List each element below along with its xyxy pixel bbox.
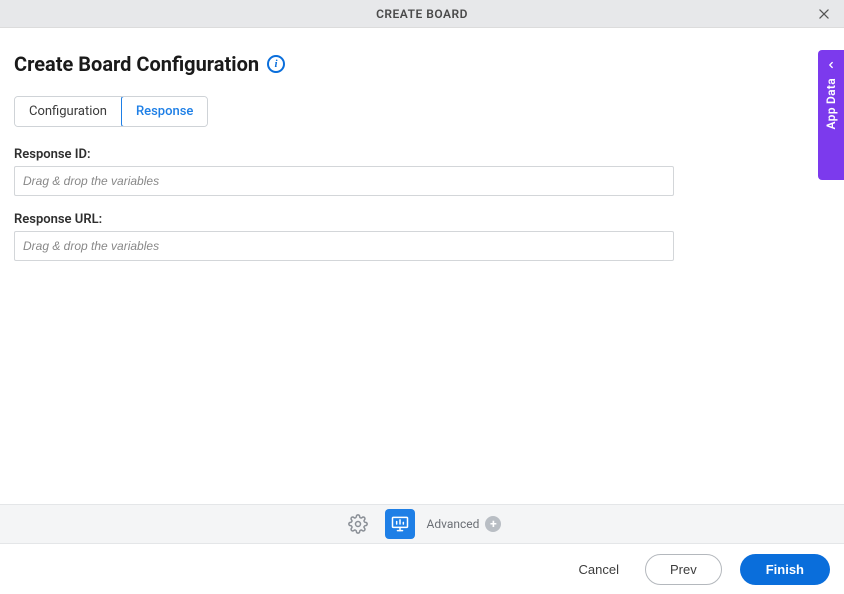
page-title: Create Board Configuration — [14, 52, 259, 76]
info-icon[interactable]: i — [267, 55, 285, 73]
content-area: Create Board Configuration i Configurati… — [0, 28, 844, 261]
presentation-button[interactable] — [385, 509, 415, 539]
finish-button[interactable]: Finish — [740, 554, 830, 585]
settings-button[interactable] — [343, 509, 373, 539]
app-data-label: App Data — [824, 78, 838, 129]
prev-button[interactable]: Prev — [645, 554, 722, 585]
footer-bar: Cancel Prev Finish — [0, 544, 844, 594]
modal-header: CREATE BOARD — [0, 0, 844, 28]
bottom-toolbar: Advanced + — [0, 504, 844, 544]
chevron-left-icon — [826, 60, 836, 70]
label-response-id: Response ID: — [14, 147, 830, 162]
presentation-chart-icon — [390, 514, 410, 534]
advanced-toggle[interactable]: Advanced + — [427, 516, 502, 532]
field-response-url: Response URL: — [14, 212, 830, 261]
field-response-id: Response ID: — [14, 147, 830, 196]
gear-icon — [348, 514, 368, 534]
app-data-panel-toggle[interactable]: App Data — [818, 50, 844, 180]
tab-group: Configuration Response — [14, 96, 208, 127]
cancel-button[interactable]: Cancel — [571, 556, 627, 583]
close-icon — [817, 7, 831, 21]
input-response-url[interactable] — [14, 231, 674, 261]
input-response-id[interactable] — [14, 166, 674, 196]
modal-title: CREATE BOARD — [376, 7, 468, 21]
label-response-url: Response URL: — [14, 212, 830, 227]
tab-configuration[interactable]: Configuration — [15, 97, 122, 126]
plus-icon: + — [485, 516, 501, 532]
advanced-label: Advanced — [427, 517, 480, 531]
page-title-row: Create Board Configuration i — [14, 52, 830, 76]
close-button[interactable] — [812, 2, 836, 26]
tab-response[interactable]: Response — [121, 96, 208, 127]
